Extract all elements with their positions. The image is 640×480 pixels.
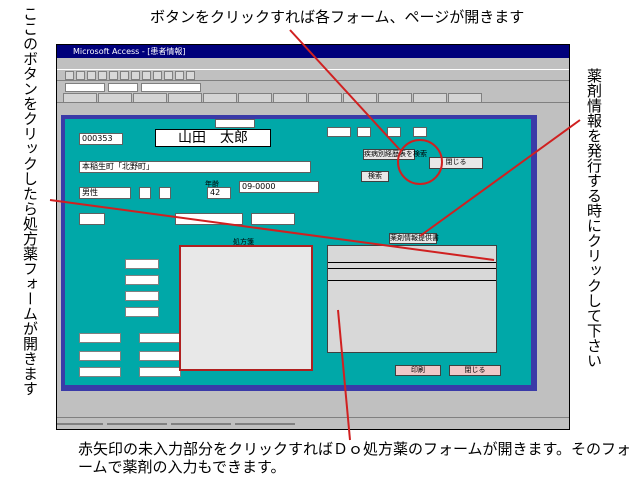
- status-item: [235, 422, 295, 425]
- rx-field-1[interactable]: [125, 259, 159, 269]
- nav-tab[interactable]: [238, 93, 272, 102]
- close-form-button[interactable]: 閉じる: [449, 365, 501, 376]
- nav-tab[interactable]: [413, 93, 447, 102]
- drug-list-divider: [328, 280, 496, 281]
- year-field[interactable]: [357, 127, 371, 137]
- size-combo[interactable]: [108, 82, 138, 92]
- nav-tab[interactable]: [98, 93, 132, 102]
- nav-tab[interactable]: [168, 93, 202, 102]
- rx-field-7[interactable]: [79, 351, 121, 361]
- bottom-annotation: 赤矢印の未入力部分をクリックすればＤｏ処方薬のフォームが開きます。そのフォームで…: [78, 440, 632, 476]
- birth-year-field[interactable]: [139, 187, 151, 199]
- toolbar-button[interactable]: [120, 70, 129, 80]
- rx-field-3[interactable]: [125, 291, 159, 301]
- patient-id-field[interactable]: 000353: [79, 133, 123, 145]
- form-panel: 000353 山田 太郎 本稲生町「北野町」 疾病別経歴表を検索 検索 閉じる …: [65, 119, 531, 385]
- status-item: [171, 422, 231, 425]
- nav-tabs: [57, 93, 569, 103]
- toolbar-button[interactable]: [131, 70, 140, 80]
- print-button[interactable]: 印刷: [395, 365, 441, 376]
- day-field[interactable]: [413, 127, 427, 137]
- drug-list-divider: [328, 268, 496, 269]
- window-title: Microsoft Access - [患者情報]: [57, 45, 569, 58]
- nav-tab[interactable]: [308, 93, 342, 102]
- prescription-area[interactable]: [179, 245, 313, 371]
- gender-field[interactable]: 男性: [79, 187, 131, 199]
- nav-tab[interactable]: [63, 93, 97, 102]
- address-field[interactable]: 本稲生町「北野町」: [79, 161, 311, 173]
- toolbar: [57, 69, 569, 81]
- toolbar-secondary: [57, 81, 569, 93]
- toolbar-button[interactable]: [153, 70, 162, 80]
- status-bar: [57, 417, 569, 429]
- doctor-field[interactable]: [175, 213, 243, 225]
- toolbar-button[interactable]: [186, 70, 195, 80]
- patient-form: 000353 山田 太郎 本稲生町「北野町」 疾病別経歴表を検索 検索 閉じる …: [61, 115, 537, 391]
- kana-field[interactable]: [215, 119, 255, 128]
- rx-field-4[interactable]: [125, 307, 159, 317]
- rx-field-10[interactable]: [139, 367, 181, 377]
- rx-field-5[interactable]: [79, 333, 121, 343]
- status-item: [107, 422, 167, 425]
- rx-field-6[interactable]: [139, 333, 181, 343]
- blood-type-field[interactable]: [79, 213, 105, 225]
- age-field[interactable]: 42: [207, 187, 231, 199]
- status-item: [57, 422, 103, 425]
- nav-tab[interactable]: [378, 93, 412, 102]
- drug-list-divider: [328, 262, 496, 263]
- phone-field[interactable]: 09-0000: [239, 181, 319, 193]
- nav-tab[interactable]: [203, 93, 237, 102]
- ward-field[interactable]: [251, 213, 295, 225]
- month-field[interactable]: [387, 127, 401, 137]
- toolbar-button[interactable]: [164, 70, 173, 80]
- rx-field-8[interactable]: [139, 351, 181, 361]
- toolbar-button[interactable]: [98, 70, 107, 80]
- left-annotation: ここのボタンをクリックしたら処方薬フォームが開きます: [21, 6, 39, 396]
- era-field[interactable]: [327, 127, 351, 137]
- menu-bar: [57, 58, 569, 69]
- toolbar-button[interactable]: [142, 70, 151, 80]
- birth-month-field[interactable]: [159, 187, 171, 199]
- toolbar-button[interactable]: [109, 70, 118, 80]
- patient-name-field[interactable]: 山田 太郎: [155, 129, 271, 147]
- toolbar-button[interactable]: [76, 70, 85, 80]
- nav-tab[interactable]: [448, 93, 482, 102]
- top-annotation: ボタンをクリックすれば各フォーム、ページが開きます: [150, 8, 525, 26]
- nav-tab[interactable]: [343, 93, 377, 102]
- search-button[interactable]: 検索: [361, 171, 389, 182]
- history-button[interactable]: 疾病別経歴表を検索: [363, 149, 427, 160]
- nav-tab[interactable]: [133, 93, 167, 102]
- drug-list[interactable]: [327, 245, 497, 353]
- object-combo[interactable]: [141, 82, 201, 92]
- nav-tab[interactable]: [273, 93, 307, 102]
- drug-info-button[interactable]: 薬剤情報提供書: [389, 233, 439, 244]
- rx-field-2[interactable]: [125, 275, 159, 285]
- toolbar-button[interactable]: [65, 70, 74, 80]
- rx-field-9[interactable]: [79, 367, 121, 377]
- access-window: Microsoft Access - [患者情報] 000353 山田 太郎 本…: [56, 44, 570, 430]
- toolbar-button[interactable]: [175, 70, 184, 80]
- right-annotation: 薬剤情報を発行する時にクリックして下さい: [585, 68, 603, 368]
- close-button[interactable]: 閉じる: [429, 157, 483, 169]
- font-combo[interactable]: [65, 82, 105, 92]
- toolbar-button[interactable]: [87, 70, 96, 80]
